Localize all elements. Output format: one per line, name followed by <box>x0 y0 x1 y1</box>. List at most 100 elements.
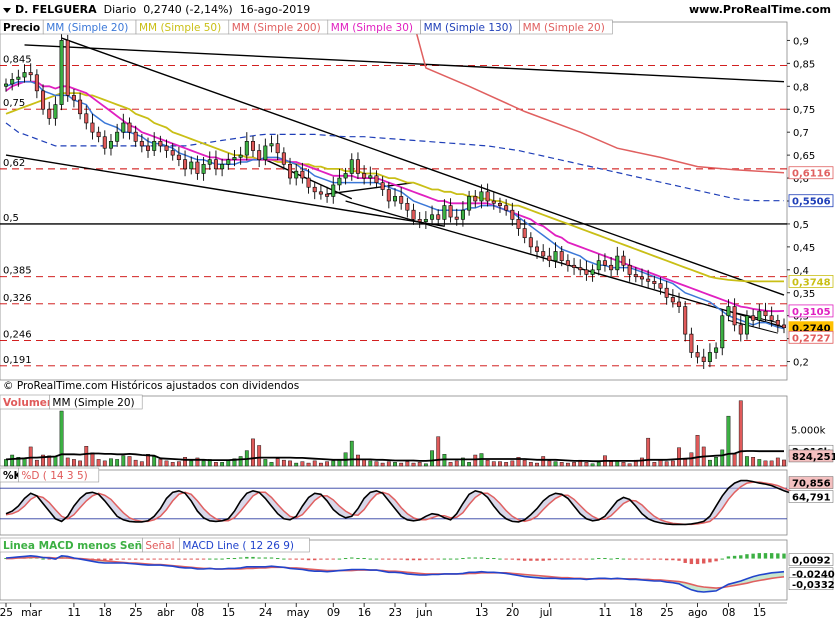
volume-bar-124 <box>769 460 774 467</box>
candle-body-48 <box>300 170 305 179</box>
candle-body-27 <box>170 150 175 156</box>
chart-canvas[interactable]: 0,845 0,75 0,62 0,5 0,385 0,326 0,246 0,191 0,9 0… <box>0 0 835 620</box>
candle-body-21 <box>133 131 138 142</box>
candle-body-31 <box>195 161 200 174</box>
volume-bar-88 <box>547 460 552 467</box>
macd-hist-bar-50 <box>313 558 317 561</box>
x-tick-label-21: 08 <box>722 607 735 619</box>
candle-body-76 <box>473 196 478 202</box>
volume-bar-43 <box>269 462 274 467</box>
candle-body-100 <box>621 255 626 266</box>
volume-bar-116 <box>720 449 725 467</box>
candle-body-66 <box>411 209 416 220</box>
price-ytick-14: 0,2 <box>793 358 809 369</box>
x-tick-label-17: 11 <box>599 607 612 619</box>
candle-body-87 <box>541 251 546 257</box>
volume-bar-30 <box>189 460 194 467</box>
volume-bar-126 <box>782 459 786 467</box>
candle-body-54 <box>337 177 342 186</box>
price-legend-label-5: MM (Simple 130) <box>424 22 513 34</box>
candle-body-55 <box>343 173 348 179</box>
volume-bar-41 <box>257 445 262 467</box>
macd-hist-bar-53 <box>331 558 335 560</box>
volume-bar-27 <box>170 462 175 467</box>
candle-body-52 <box>325 193 330 197</box>
price-ytick-0: 0,9 <box>793 36 809 47</box>
macd-hist-bar-34 <box>214 558 218 560</box>
macd-hist-value-text: 0,0092 <box>792 556 831 567</box>
price-ytick-5: 0,65 <box>793 151 815 162</box>
candle-body-73 <box>454 216 459 220</box>
volume-bar-44 <box>275 458 280 467</box>
price-ytick-8: 0,5 <box>793 220 809 231</box>
candle-body-77 <box>479 191 484 202</box>
macd-hist-bar-109 <box>677 558 681 561</box>
price-value-label-0: 0,6116 <box>788 166 834 180</box>
candle-body-104 <box>646 278 651 282</box>
price-value-label-text-1: 0,5506 <box>792 197 831 208</box>
volume-bar-53 <box>331 460 336 467</box>
candle-body-51 <box>318 191 323 195</box>
candle-body-32 <box>201 163 206 174</box>
volume-bar-50 <box>312 460 317 467</box>
macd-hist-bar-94 <box>584 558 589 560</box>
volume-bar-9 <box>59 410 64 467</box>
macd-hist-bar-60 <box>374 558 379 560</box>
candle-body-109 <box>677 301 682 307</box>
macd-hist-bar-73 <box>455 558 459 560</box>
volume-bar-38 <box>238 456 243 467</box>
macd-hist-bar-95 <box>590 558 595 560</box>
candle-body-108 <box>670 297 675 303</box>
macd-hist-bar-49 <box>306 558 311 561</box>
candle-body-25 <box>158 141 163 147</box>
volume-bar-121 <box>751 457 756 467</box>
candle-body-58 <box>362 173 367 179</box>
level-label-6: 0,246 <box>3 330 32 341</box>
volume-bar-91 <box>565 462 570 467</box>
volume-bar-84 <box>522 459 527 467</box>
volume-bar-56 <box>349 440 354 467</box>
candle-body-44 <box>275 143 280 154</box>
candle-body-106 <box>658 283 663 289</box>
candle-body-126 <box>782 324 786 328</box>
macd-hist-bar-85 <box>529 558 533 561</box>
volume-bar-8 <box>53 456 58 467</box>
macd-hist-bar-70 <box>436 558 440 560</box>
volume-bar-64 <box>399 462 404 467</box>
stoch-d-value-text: 64,791 <box>792 493 831 504</box>
volume-bar-4 <box>28 446 33 467</box>
x-tick-label-8: 24 <box>259 607 273 619</box>
macd-hist-bar-41 <box>257 557 261 559</box>
volume-ytick-0: 5.000k <box>791 425 826 436</box>
candle-body-65 <box>405 202 410 211</box>
price-value-label-text-3: 0,3105 <box>792 307 831 318</box>
volume-bar-68 <box>423 463 428 467</box>
candle-body-19 <box>121 122 126 133</box>
candle-body-62 <box>386 189 391 202</box>
macd-hist-bar-86 <box>535 558 539 561</box>
macd-hist-bar-56 <box>350 557 354 559</box>
level-label-7: 0,191 <box>3 355 32 366</box>
macd-hist-bar-30 <box>189 558 193 560</box>
candle-body-17 <box>108 141 113 149</box>
macd-hist-bar-114 <box>708 558 712 563</box>
volume-legend-label-0: Volumen <box>3 397 54 409</box>
macd-hist-bar-25 <box>158 558 163 560</box>
macd-hist-bar-62 <box>387 558 391 560</box>
macd-hist-bar-115 <box>714 558 718 562</box>
volume-bar-79 <box>491 461 496 467</box>
candle-body-122 <box>757 310 762 321</box>
macd-hist-bar-40 <box>251 556 255 559</box>
volume-bar-67 <box>417 462 422 467</box>
candle-body-30 <box>189 161 194 170</box>
volume-bar-26 <box>164 460 169 467</box>
candle-body-92 <box>572 264 577 268</box>
volume-bar-57 <box>356 454 360 467</box>
candle-body-68 <box>423 219 428 222</box>
volume-bar-75 <box>467 462 471 467</box>
price-ytick-1: 0,85 <box>793 59 815 70</box>
macd-hist-bar-23 <box>146 558 150 560</box>
x-tick-label-15: 20 <box>506 607 519 619</box>
macd-hist-bar-90 <box>560 558 564 560</box>
volume-bar-119 <box>738 400 743 467</box>
